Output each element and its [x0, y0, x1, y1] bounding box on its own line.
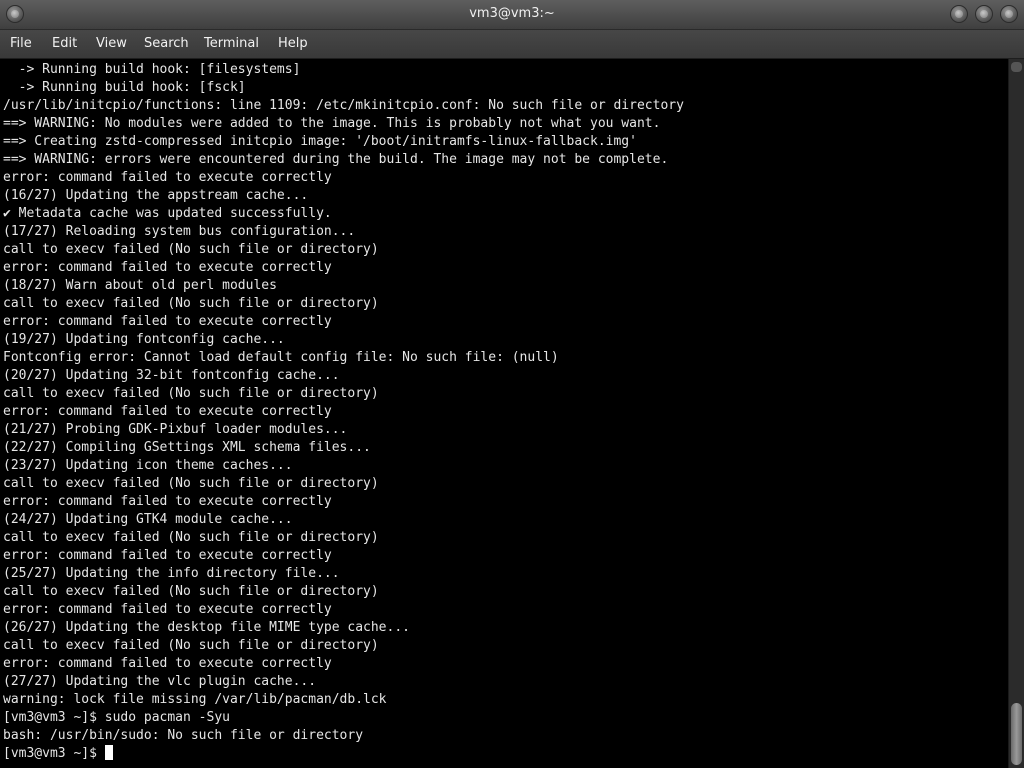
- terminal-line: call to execv failed (No such file or di…: [3, 296, 379, 311]
- terminal-line: call to execv failed (No such file or di…: [3, 386, 379, 401]
- terminal-prompt-line: [vm3@vm3 ~]$: [3, 745, 113, 763]
- maximize-button[interactable]: [975, 5, 993, 23]
- terminal-line: call to execv failed (No such file or di…: [3, 242, 379, 257]
- terminal-line: error: command failed to execute correct…: [3, 314, 332, 329]
- terminal-line: (22/27) Compiling GSettings XML schema f…: [3, 440, 371, 455]
- terminal-line: error: command failed to execute correct…: [3, 656, 332, 671]
- menu-view[interactable]: View: [96, 36, 127, 51]
- terminal-line: call to execv failed (No such file or di…: [3, 476, 379, 491]
- terminal-line: (25/27) Updating the info directory file…: [3, 566, 340, 581]
- terminal-window: vm3@vm3:~ File Edit View Search Terminal…: [0, 0, 1024, 768]
- terminal-line: (19/27) Updating fontconfig cache...: [3, 332, 285, 347]
- terminal-line: call to execv failed (No such file or di…: [3, 638, 379, 653]
- terminal-line: ==> Creating zstd-compressed initcpio im…: [3, 134, 637, 149]
- terminal-line: warning: lock file missing /var/lib/pacm…: [3, 692, 387, 707]
- terminal-line: [vm3@vm3 ~]$ sudo pacman -Syu: [3, 710, 230, 725]
- terminal-line: (21/27) Probing GDK-Pixbuf loader module…: [3, 422, 348, 437]
- terminal-line: ==> WARNING: No modules were added to th…: [3, 116, 661, 131]
- terminal-line: error: command failed to execute correct…: [3, 170, 332, 185]
- vertical-scrollbar[interactable]: [1008, 59, 1024, 768]
- minimize-button[interactable]: [950, 5, 968, 23]
- terminal-line: -> Running build hook: [filesystems]: [3, 62, 301, 77]
- terminal-line: ✔ Metadata cache was updated successfull…: [3, 206, 332, 221]
- terminal-line: error: command failed to execute correct…: [3, 494, 332, 509]
- terminal-output[interactable]: -> Running build hook: [filesystems] -> …: [0, 59, 1008, 768]
- menu-search[interactable]: Search: [144, 36, 189, 51]
- title-bar[interactable]: vm3@vm3:~: [0, 0, 1024, 30]
- menu-terminal[interactable]: Terminal: [204, 36, 259, 51]
- menu-bar: File Edit View Search Terminal Help: [0, 30, 1024, 59]
- close-button[interactable]: [1000, 5, 1018, 23]
- scrollbar-top-cap: [1011, 62, 1022, 72]
- menu-edit[interactable]: Edit: [52, 36, 77, 51]
- terminal-line: (18/27) Warn about old perl modules: [3, 278, 277, 293]
- terminal-line: error: command failed to execute correct…: [3, 260, 332, 275]
- menu-file[interactable]: File: [10, 36, 32, 51]
- terminal-line: bash: /usr/bin/sudo: No such file or dir…: [3, 728, 364, 743]
- terminal-line: Fontconfig error: Cannot load default co…: [3, 350, 559, 365]
- menu-help[interactable]: Help: [278, 36, 308, 51]
- scrollbar-thumb[interactable]: [1011, 703, 1022, 765]
- terminal-line: (26/27) Updating the desktop file MIME t…: [3, 620, 410, 635]
- terminal-line: ==> WARNING: errors were encountered dur…: [3, 152, 669, 167]
- terminal-line: (20/27) Updating 32-bit fontconfig cache…: [3, 368, 340, 383]
- terminal-line: (17/27) Reloading system bus configurati…: [3, 224, 356, 239]
- terminal-line: (16/27) Updating the appstream cache...: [3, 188, 309, 203]
- terminal-line: -> Running build hook: [fsck]: [3, 80, 246, 95]
- terminal-line: (23/27) Updating icon theme caches...: [3, 458, 293, 473]
- terminal-line: error: command failed to execute correct…: [3, 548, 332, 563]
- terminal-line: call to execv failed (No such file or di…: [3, 530, 379, 545]
- shell-prompt: [vm3@vm3 ~]$: [3, 746, 97, 761]
- terminal-line: error: command failed to execute correct…: [3, 602, 332, 617]
- text-cursor: [104, 745, 113, 760]
- terminal-line: call to execv failed (No such file or di…: [3, 584, 379, 599]
- terminal-line: error: command failed to execute correct…: [3, 404, 332, 419]
- terminal-line: (27/27) Updating the vlc plugin cache...: [3, 674, 317, 689]
- terminal-line: (24/27) Updating GTK4 module cache...: [3, 512, 293, 527]
- terminal-line: /usr/lib/initcpio/functions: line 1109: …: [3, 98, 684, 113]
- window-title: vm3@vm3:~: [469, 6, 555, 21]
